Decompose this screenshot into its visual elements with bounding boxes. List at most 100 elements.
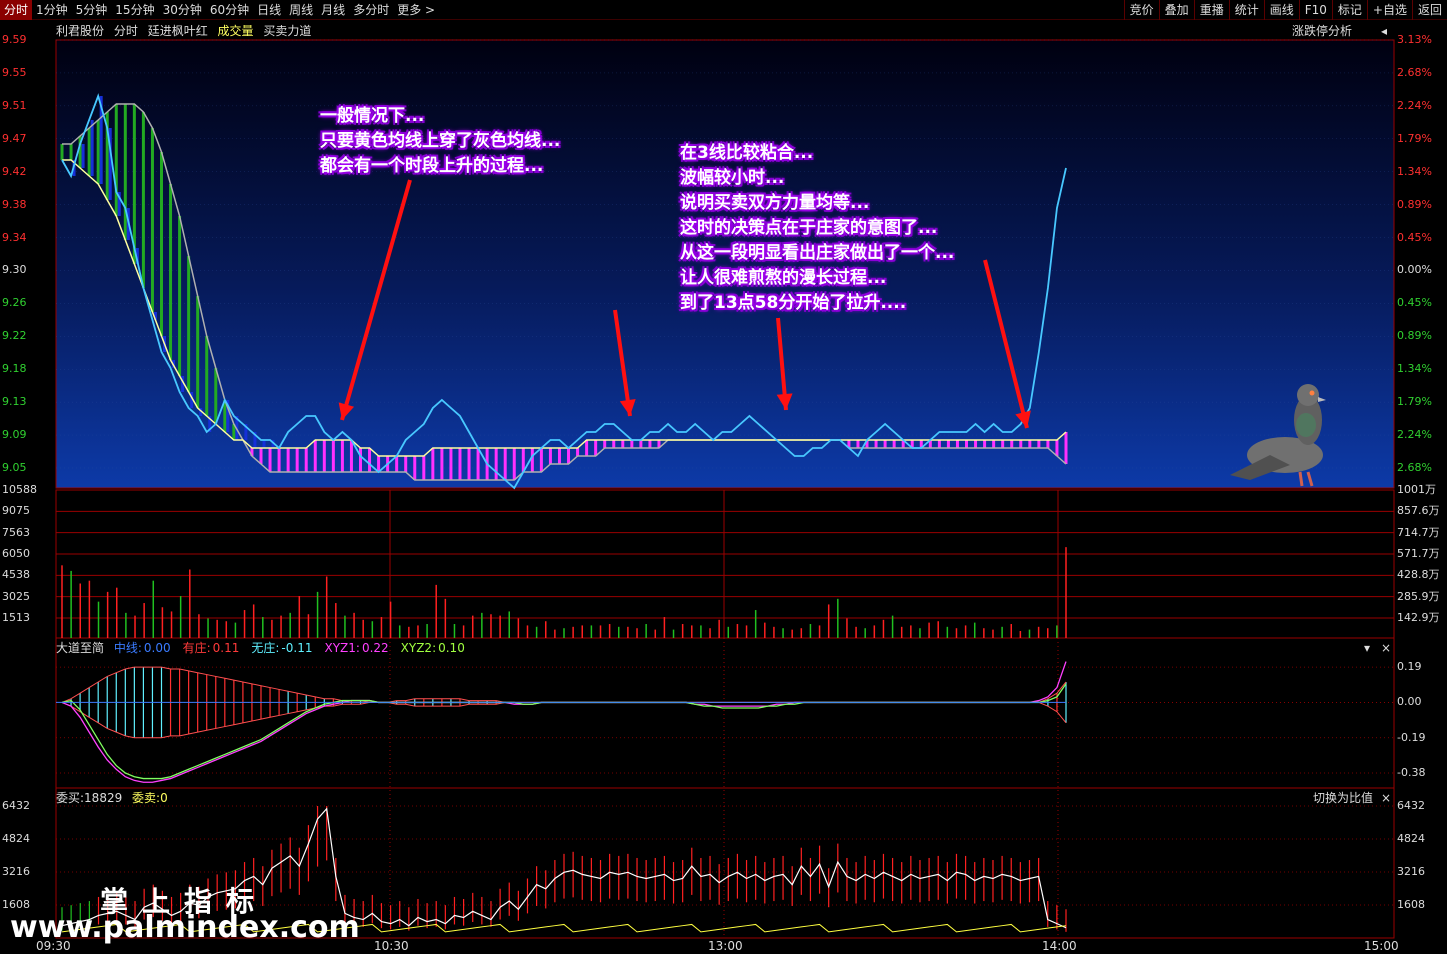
order-tick-label: 4824 (2, 832, 30, 845)
price-tick-label: 9.09 (2, 428, 27, 442)
callout-line: 这时的决策点在于庄家的意图了... (680, 218, 938, 238)
main-panel-title: 利君股份 分时 廷进枫叶红 成交量 买卖力道 (56, 22, 317, 40)
pct-tick-label: 0.89% (1397, 197, 1432, 211)
pigeon-sheen (1296, 413, 1316, 437)
volume-tick-label-right: 714.7万 (1397, 525, 1440, 539)
legend-label: XYZ2: (400, 641, 437, 655)
pct-tick-label: 2.24% (1397, 428, 1432, 442)
pigeon-eye (1309, 390, 1315, 396)
order-tick-label: 6432 (2, 799, 30, 812)
annotation-callout-1: 一般情况下... 只要黄色均线上穿了灰色均线... 都会有一个时段上升的过程... (320, 104, 560, 179)
order-tick-label-right: 1608 (1397, 898, 1425, 911)
volume-tick-label: 3025 (2, 589, 30, 603)
pct-tick-label: 1.79% (1397, 131, 1432, 145)
indicator-tick-label: 0.00 (1397, 695, 1422, 709)
order-tick-label: 3216 (2, 865, 30, 878)
watermark-url: www.palmindex.com (10, 910, 360, 945)
indicator-panel-title: 大道至简 中线: 0.00 有庄: 0.11 无庄: -0.11 XYZ1: 0.22 XYZ2… (56, 639, 483, 657)
legend-label: 无庄: (251, 641, 280, 655)
legend-value: 0.00 (143, 641, 171, 655)
pct-tick-label: 0.89% (1397, 329, 1432, 343)
volume-tick-label: 6050 (2, 547, 30, 560)
pct-tick-label: 3.13% (1397, 33, 1432, 46)
pct-tick-label: 2.68% (1397, 65, 1432, 79)
stock-name: 利君股份 (56, 24, 105, 38)
buy-label: 委买:18829 (56, 791, 123, 805)
volume-tick-label: 4538 (2, 568, 30, 582)
price-tick-label: 9.34 (2, 230, 27, 244)
legend-label: 中线: (113, 641, 142, 655)
price-tick-label: 9.42 (2, 164, 27, 178)
pct-tick-label: 0.45% (1397, 230, 1432, 244)
pct-tick-label: 2.24% (1397, 98, 1432, 112)
order-tick-label-right: 3216 (1397, 865, 1425, 878)
volume-tick-label-right: 1001万 (1397, 483, 1436, 496)
indicator-legend-0: 中线: 0.00 (114, 641, 177, 655)
price-tick-label: 9.22 (2, 329, 27, 343)
sell-label: 委卖:0 (132, 791, 168, 805)
time-tick-label: 10:30 (374, 939, 409, 953)
price-tick-label: 9.30 (2, 263, 27, 277)
scroll-up-icon[interactable]: ◂ (1381, 22, 1387, 40)
callout-line: 从这一段明显看出庄家做出了一个... (680, 243, 955, 263)
legend-value: 0.11 (212, 641, 240, 655)
price-tick-label: 9.13 (2, 395, 27, 409)
limit-analysis-button[interactable]: 涨跌停分析 (1292, 22, 1352, 40)
indicator-legend-4: XYZ2: 0.10 (401, 641, 471, 655)
volume-tick-label-right: 428.8万 (1397, 568, 1440, 582)
legend-value: 0.10 (438, 641, 465, 655)
callout-line: 一般情况下... (320, 106, 425, 126)
view-label[interactable]: 分时 (114, 24, 138, 38)
pct-tick-label: 1.34% (1397, 362, 1432, 376)
volume-tick-label: 1513 (2, 611, 30, 624)
dropdown-icon[interactable]: ▾ (1364, 639, 1370, 657)
legend-label: XYZ1: (324, 641, 360, 655)
upper-envelope-line (61, 666, 1067, 703)
order-tick-label-right: 4824 (1397, 832, 1425, 845)
force-label[interactable]: 买卖力道 (263, 24, 311, 38)
legend-label: 有庄: (182, 641, 211, 655)
indicator-label[interactable]: 廷进枫叶红 (148, 24, 208, 38)
indicator-legend-2: 无庄: -0.11 (251, 641, 318, 655)
pigeon-leg (1298, 471, 1304, 487)
close-icon[interactable]: × (1381, 789, 1391, 807)
callout-line: 在3线比较粘合... (680, 143, 814, 163)
legend-value: 0.22 (361, 641, 389, 655)
xyz1-line (61, 661, 1067, 783)
indicator-legend-3: XYZ1: 0.22 (324, 641, 394, 655)
volume-label[interactable]: 成交量 (218, 24, 254, 38)
callout-line: 波幅较小时... (680, 168, 785, 188)
order-tick-label-right: 6432 (1397, 799, 1425, 812)
volume-panel-border (55, 489, 1395, 639)
callout-line: 只要黄色均线上穿了灰色均线... (320, 131, 561, 151)
callout-line: 说明买卖双方力量均等... (680, 193, 870, 213)
callout-line: 让人很难煎熬的漫长过程... (680, 268, 887, 288)
pct-tick-label: 2.68% (1397, 461, 1432, 474)
indicator-tick-label: 0.19 (1397, 660, 1422, 674)
indicator-panel-border (55, 637, 1395, 789)
price-tick-label: 9.26 (2, 296, 27, 310)
time-tick-label: 14:00 (1042, 939, 1077, 953)
price-tick-label: 9.51 (2, 98, 27, 112)
xyz2-line (61, 683, 1067, 780)
callout-line: 都会有一个时段上升的过程... (320, 156, 544, 176)
price-tick-label: 9.18 (2, 362, 27, 376)
close-icon[interactable]: × (1381, 639, 1391, 657)
legend-value: -0.11 (281, 641, 313, 655)
time-tick-label: 15:00 (1364, 939, 1399, 953)
indicator-tick-label: -0.38 (1397, 766, 1426, 779)
volume-tick-label-right: 857.6万 (1397, 504, 1440, 518)
indicator-name: 大道至简 (56, 641, 105, 655)
volume-tick-label-right: 142.9万 (1397, 611, 1440, 624)
volume-tick-label-right: 285.9万 (1397, 589, 1440, 603)
switch-ratio-button[interactable]: 切换为比值 (1313, 789, 1373, 807)
callout-line: 到了13点58分开始了拉升.... (680, 293, 907, 313)
lower-envelope-line (61, 701, 1067, 739)
price-tick-label: 9.59 (2, 33, 27, 46)
price-tick-label: 9.05 (2, 461, 27, 474)
pct-tick-label: 0.00% (1397, 263, 1432, 277)
price-tick-label: 9.38 (2, 197, 27, 211)
pct-tick-label: 1.34% (1397, 164, 1432, 178)
volume-tick-label: 7563 (2, 525, 30, 539)
trading-window: 分时 1分钟 5分钟 15分钟 30分钟 60分钟 日线 周线 月线 多分时 更多 > 竞价 叠加 重播… (0, 0, 1447, 954)
